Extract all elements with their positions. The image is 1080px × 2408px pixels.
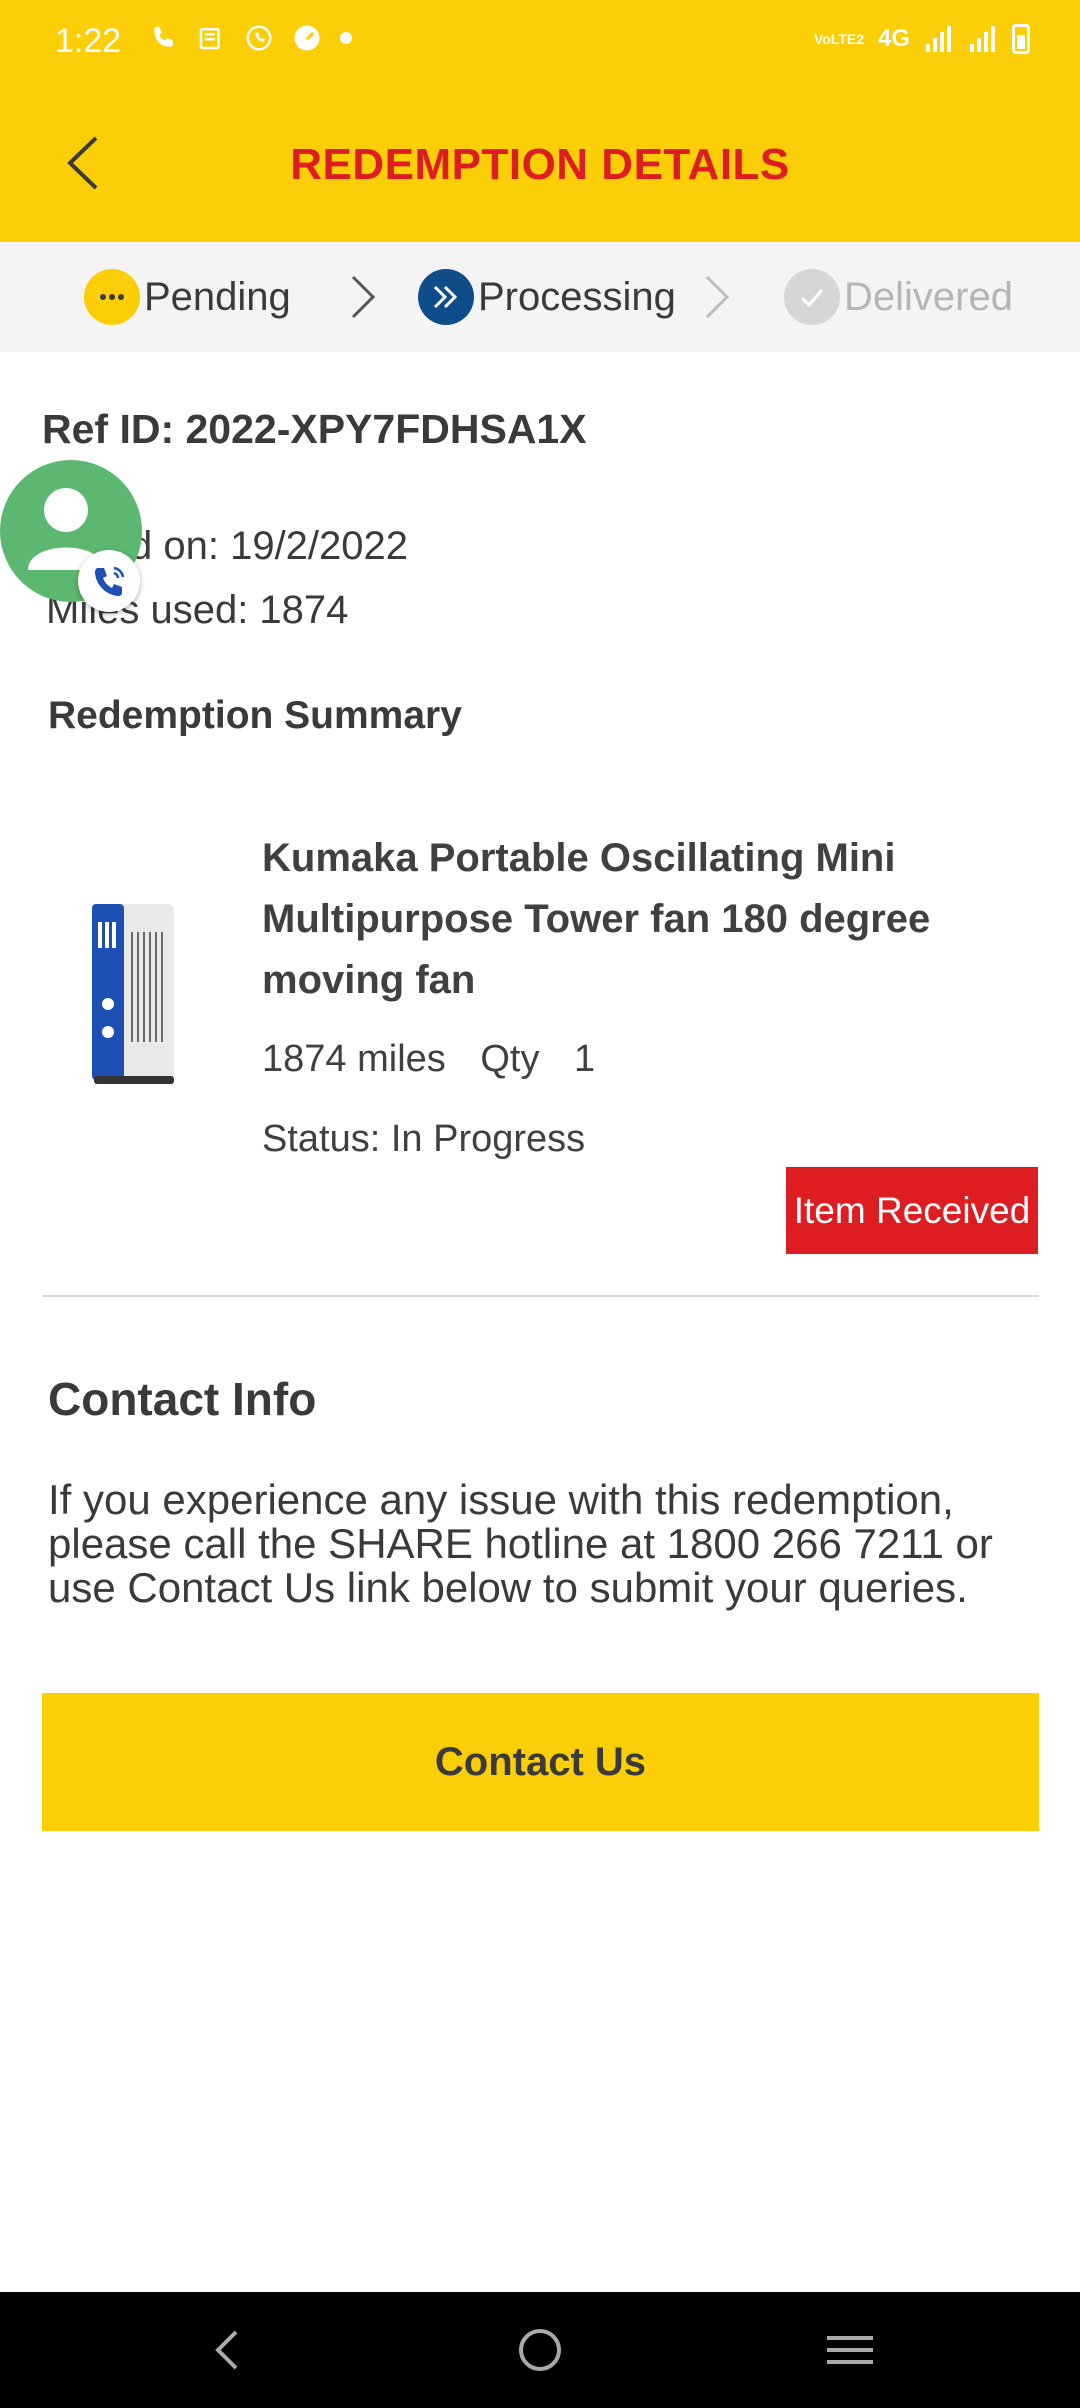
step-label: Delivered xyxy=(844,274,1013,319)
app-bar: REDEMPTION DETAILS xyxy=(0,88,1080,242)
more-notifications-dot xyxy=(340,32,352,44)
chevron-right-icon xyxy=(705,275,730,319)
step-label: Processing xyxy=(478,274,676,319)
divider xyxy=(42,1295,1039,1297)
step-label: Pending xyxy=(144,274,291,319)
phone-icon xyxy=(154,26,173,47)
floating-chat-head[interactable] xyxy=(0,460,145,620)
product-title: Kumaka Portable Oscillating Mini Multipu… xyxy=(262,836,931,1002)
battery-icon xyxy=(1012,24,1030,54)
status-system-icons: VoLTE2 4G xyxy=(814,24,1030,54)
volte-indicator: VoLTE2 xyxy=(813,31,864,47)
product-miles: 1874 miles xyxy=(262,1038,446,1080)
pending-dots-icon xyxy=(84,269,140,325)
qty-label: Qty xyxy=(480,1038,540,1080)
system-navigation-bar xyxy=(0,2292,1080,2408)
product-miles-qty: 1874 miles Qty 1 xyxy=(262,1038,595,1081)
speedometer-icon xyxy=(294,25,320,51)
check-icon xyxy=(784,269,840,325)
page-title: REDEMPTION DETAILS xyxy=(290,140,790,189)
step-processing: Processing xyxy=(418,268,676,326)
network-type: 4G xyxy=(877,25,910,52)
nav-back-icon[interactable] xyxy=(198,2320,258,2380)
call-icon xyxy=(78,550,140,612)
whatsapp-icon xyxy=(246,25,272,51)
chevron-right-icon xyxy=(351,275,376,319)
contact-info-text: If you experience any issue with this re… xyxy=(48,1476,993,1611)
status-time: 1:22 xyxy=(55,22,122,60)
placed-on-date: d on: 19/2/2022 xyxy=(130,524,409,568)
signal-icon xyxy=(926,26,951,52)
ref-id: Ref ID: 2022-XPY7FDHSA1X xyxy=(42,406,587,452)
step-pending: Pending xyxy=(84,268,291,326)
product-image xyxy=(92,904,174,1084)
product-status: Status: In Progress xyxy=(262,1118,586,1160)
status-bar: 1:22 VoLTE2 4G xyxy=(0,0,1080,88)
status-notification-icons xyxy=(148,22,352,54)
contact-info-heading: Contact Info xyxy=(48,1373,317,1425)
news-icon xyxy=(199,28,220,50)
progress-steps: Pending Processing Delivered xyxy=(0,242,1080,352)
processing-forward-icon xyxy=(418,269,474,325)
nav-home-icon[interactable] xyxy=(510,2320,570,2380)
redemption-summary-heading: Redemption Summary xyxy=(48,694,462,737)
step-delivered: Delivered xyxy=(784,268,1013,326)
nav-recents-icon[interactable] xyxy=(820,2320,880,2380)
item-received-button[interactable]: Item Received xyxy=(786,1167,1038,1254)
signal-icon-sim2 xyxy=(970,26,995,52)
qty-value: 1 xyxy=(574,1038,596,1080)
contact-us-button[interactable]: Contact Us xyxy=(42,1693,1039,1831)
